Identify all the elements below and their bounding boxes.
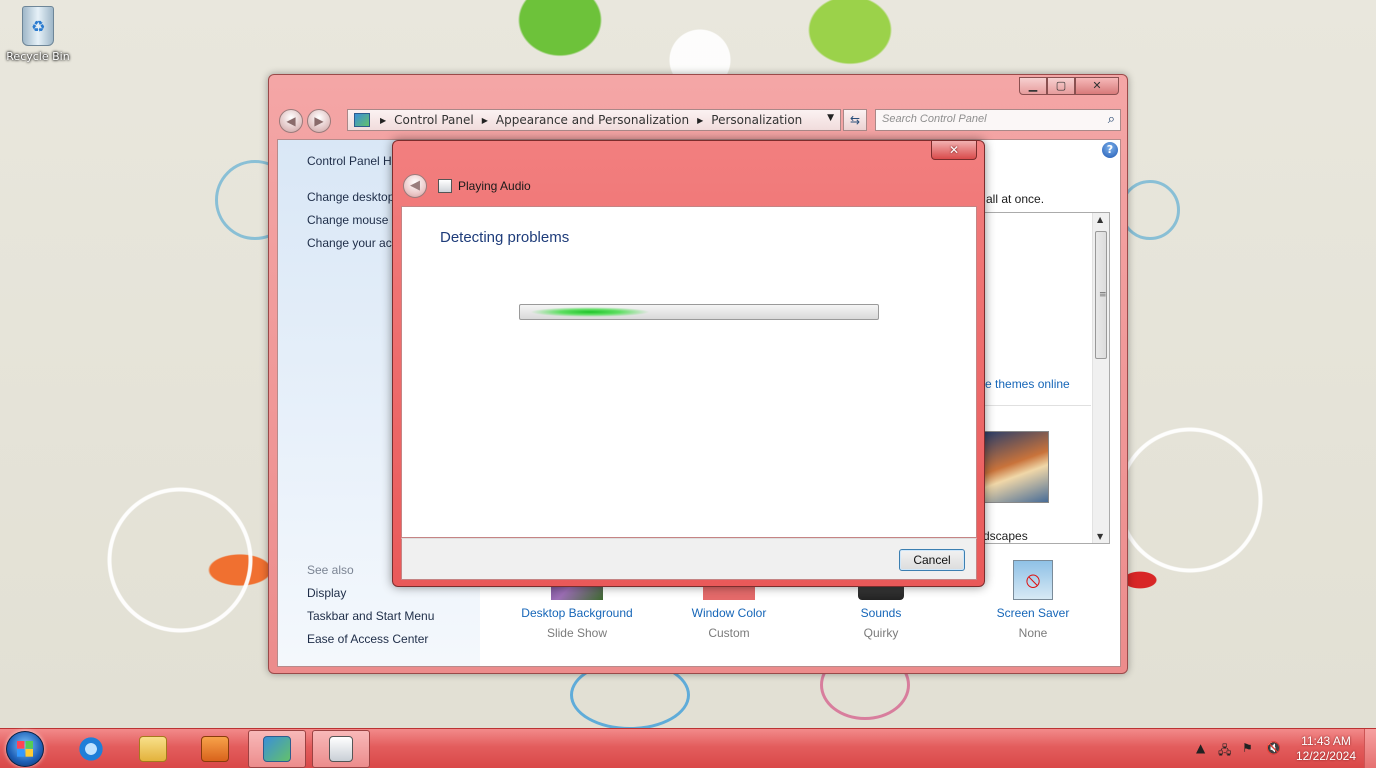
window-caption-buttons: ▁ ▢ ✕ bbox=[1019, 77, 1119, 95]
taskbar-internet-explorer[interactable] bbox=[62, 730, 120, 768]
start-button[interactable] bbox=[6, 731, 44, 767]
control-panel-icon bbox=[354, 113, 370, 127]
windows-logo-icon bbox=[17, 741, 33, 757]
recycle-bin-icon bbox=[22, 6, 54, 46]
dialog-content: Detecting problems bbox=[401, 206, 977, 538]
theme-label[interactable]: dscapes bbox=[983, 529, 1028, 543]
dialog-footer: Cancel bbox=[401, 538, 977, 580]
decorative-swirl bbox=[1120, 180, 1180, 240]
troubleshooter-dialog: ✕ ◀ Playing Audio Detecting problems Can… bbox=[392, 140, 985, 587]
clock-date: 12/22/2024 bbox=[1295, 749, 1356, 763]
back-button[interactable]: ◀ bbox=[279, 109, 303, 133]
cancel-button[interactable]: Cancel bbox=[899, 549, 965, 571]
search-input[interactable]: Search Control Panel ⌕ bbox=[875, 109, 1121, 131]
breadcrumb-separator[interactable]: ▶ bbox=[697, 116, 703, 125]
task-link-desktop[interactable]: Change desktop bbox=[307, 190, 394, 204]
setting-name[interactable]: Screen Saver bbox=[958, 606, 1108, 620]
address-dropdown-icon[interactable]: ▼ bbox=[827, 113, 834, 123]
taskbar: ▲ 🖧 ⚑ 🔇 11:43 AM 12/22/2024 bbox=[0, 728, 1376, 768]
address-bar[interactable]: ▶ Control Panel ▶ Appearance and Persona… bbox=[347, 109, 841, 131]
close-button[interactable]: ✕ bbox=[1075, 77, 1119, 95]
search-icon[interactable]: ⌕ bbox=[1108, 111, 1115, 127]
taskbar-troubleshooter[interactable] bbox=[312, 730, 370, 768]
theme-thumbnail[interactable] bbox=[983, 431, 1049, 503]
setting-value: Slide Show bbox=[546, 626, 608, 640]
breadcrumb-personalization[interactable]: Personalization bbox=[711, 113, 802, 127]
see-also-ease-of-access[interactable]: Ease of Access Center bbox=[307, 632, 428, 646]
recycle-bin-label: Recycle Bin bbox=[6, 50, 70, 63]
breadcrumb-appearance[interactable]: Appearance and Personalization bbox=[496, 113, 689, 127]
action-center-icon[interactable]: ⚑ bbox=[1242, 741, 1253, 755]
network-icon[interactable]: 🖧 bbox=[1218, 741, 1231, 762]
setting-value: Quirky bbox=[863, 626, 899, 640]
recycle-bin-shortcut[interactable]: Recycle Bin bbox=[4, 6, 72, 63]
show-desktop-button[interactable] bbox=[1364, 729, 1376, 768]
see-also-display[interactable]: Display bbox=[307, 586, 346, 600]
themes-scrollbar[interactable]: ▲ ≡ ▼ bbox=[1092, 213, 1109, 543]
volume-muted-icon[interactable]: 🔇 bbox=[1266, 741, 1281, 755]
setting-name[interactable]: Window Color bbox=[654, 606, 804, 620]
dialog-back-button[interactable]: ◀ bbox=[403, 174, 427, 198]
setting-value: None bbox=[1018, 626, 1048, 640]
troubleshooter-icon bbox=[438, 179, 452, 193]
control-panel-home-link[interactable]: Control Panel H bbox=[307, 154, 392, 168]
forward-button[interactable]: ▶ bbox=[307, 109, 331, 133]
scrollbar-thumb[interactable]: ≡ bbox=[1095, 231, 1107, 359]
internet-explorer-icon bbox=[77, 736, 105, 762]
setting-name[interactable]: Desktop Background bbox=[502, 606, 652, 620]
dialog-title: Playing Audio bbox=[458, 179, 531, 193]
maximize-button[interactable]: ▢ bbox=[1047, 77, 1075, 95]
breadcrumb-control-panel[interactable]: Control Panel bbox=[394, 113, 474, 127]
refresh-button[interactable]: ⇆ bbox=[843, 109, 867, 131]
setting-name[interactable]: Sounds bbox=[806, 606, 956, 620]
get-more-themes-link[interactable]: e themes online bbox=[985, 377, 1070, 391]
help-icon[interactable]: ? bbox=[1102, 142, 1118, 158]
progress-bar bbox=[519, 304, 879, 320]
search-placeholder: Search Control Panel bbox=[882, 113, 987, 125]
dialog-heading: Detecting problems bbox=[440, 229, 570, 246]
task-link-account[interactable]: Change your ac bbox=[307, 236, 392, 250]
breadcrumb-separator[interactable]: ▶ bbox=[380, 116, 386, 125]
themes-list[interactable]: e themes online dscapes ▲ ≡ ▼ bbox=[978, 212, 1110, 544]
control-panel-icon bbox=[263, 736, 291, 762]
task-link-mouse[interactable]: Change mouse p bbox=[307, 213, 398, 227]
dialog-close-button[interactable]: ✕ bbox=[931, 141, 977, 160]
personalization-intro: all at once. bbox=[986, 192, 1045, 206]
clock-time: 11:43 AM bbox=[1301, 734, 1351, 748]
breadcrumb-separator[interactable]: ▶ bbox=[482, 116, 488, 125]
screen-saver-icon: ⦸ bbox=[1013, 560, 1053, 600]
show-hidden-icons[interactable]: ▲ bbox=[1196, 741, 1205, 755]
taskbar-media-player[interactable] bbox=[186, 730, 244, 768]
troubleshooter-icon bbox=[329, 736, 353, 762]
windows-explorer-icon bbox=[139, 736, 167, 762]
scroll-up-icon[interactable]: ▲ bbox=[1097, 215, 1103, 224]
taskbar-windows-explorer[interactable] bbox=[124, 730, 182, 768]
see-also-heading: See also bbox=[307, 563, 354, 577]
minimize-button[interactable]: ▁ bbox=[1019, 77, 1047, 95]
setting-value: Custom bbox=[708, 626, 750, 640]
progress-indicator bbox=[530, 307, 650, 317]
themes-divider bbox=[979, 405, 1091, 406]
media-player-icon bbox=[201, 736, 229, 762]
system-clock[interactable]: 11:43 AM 12/22/2024 bbox=[1296, 734, 1356, 764]
scroll-down-icon[interactable]: ▼ bbox=[1097, 532, 1103, 541]
see-also-taskbar[interactable]: Taskbar and Start Menu bbox=[307, 609, 434, 623]
navigation-bar: ◀ ▶ ▶ Control Panel ▶ Appearance and Per… bbox=[277, 107, 1121, 133]
taskbar-control-panel[interactable] bbox=[248, 730, 306, 768]
